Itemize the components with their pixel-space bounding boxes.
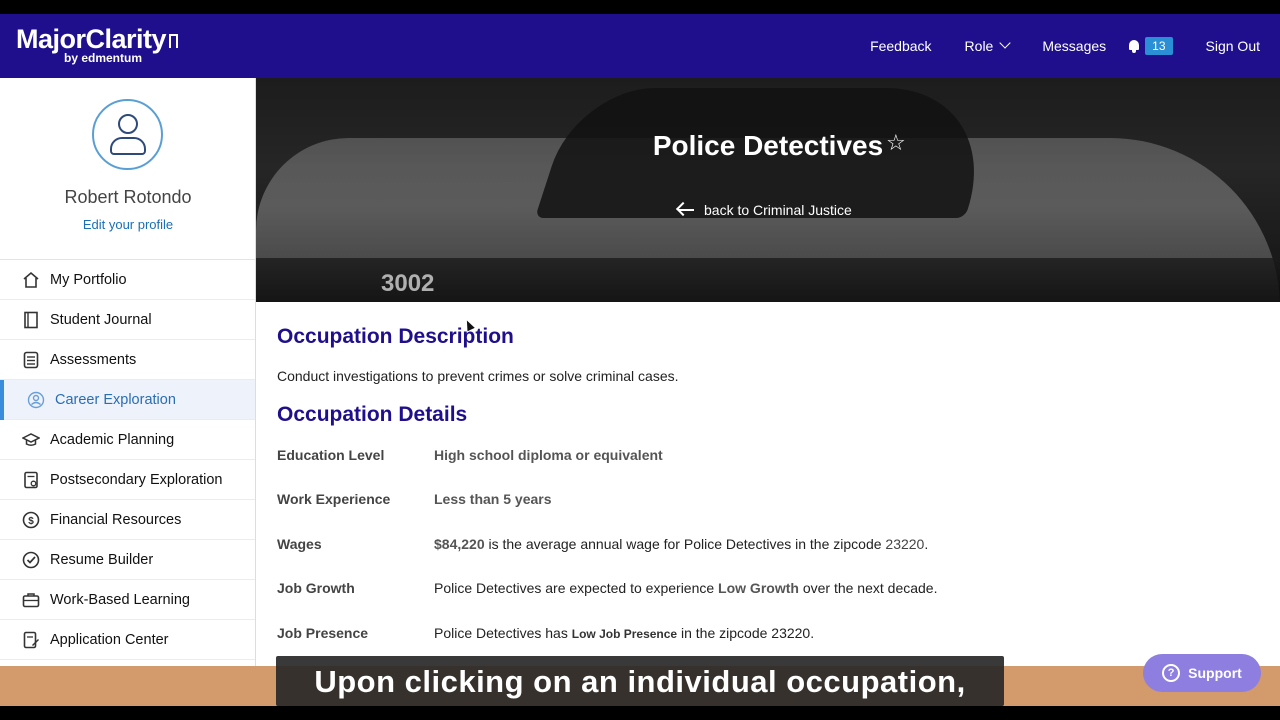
nav-links: Feedback Role Messages 13 Sign Out — [837, 14, 1260, 78]
support-label: Support — [1188, 665, 1242, 681]
sidebar-item-financial-resources[interactable]: $ Financial Resources — [0, 500, 255, 540]
detail-label: Wages — [277, 536, 322, 552]
detail-row-job-growth: Job Growth Police Detectives are expecte… — [277, 580, 937, 596]
wage-amount: $84,220 — [434, 536, 485, 552]
occupation-description-text: Conduct investigations to prevent crimes… — [277, 368, 679, 384]
sidebar-item-postsecondary-exploration[interactable]: Postsecondary Exploration — [0, 460, 255, 500]
sidebar-item-label: Assessments — [50, 351, 137, 368]
feedback-link[interactable]: Feedback — [870, 38, 931, 54]
sidebar-item-label: Academic Planning — [50, 431, 175, 448]
sidebar-item-career-exploration[interactable]: Career Exploration — [0, 380, 255, 420]
person-circle-icon — [27, 391, 45, 409]
sidebar: Robert Rotondo Edit your profile My Port… — [0, 78, 256, 706]
hero-car-number: 3002 — [381, 270, 435, 297]
dollar-icon: $ — [22, 511, 40, 529]
messages-link[interactable]: Messages — [1042, 38, 1106, 54]
sidebar-item-label: Postsecondary Exploration — [50, 471, 223, 488]
sidebar-item-label: Career Exploration — [55, 391, 176, 408]
presence-level: Low Job Presence — [571, 627, 678, 641]
zipcode: 23220 — [771, 625, 811, 641]
profile-card: Robert Rotondo Edit your profile — [0, 78, 255, 260]
notification-count-badge: 13 — [1145, 37, 1173, 55]
sign-out-link[interactable]: Sign Out — [1206, 38, 1260, 54]
detail-row-job-presence: Job Presence Police Detectives has Low J… — [277, 625, 814, 641]
detail-value: Police Detectives are expected to experi… — [434, 580, 938, 596]
check-circle-icon — [22, 551, 40, 569]
detail-label: Education Level — [277, 447, 385, 463]
sidebar-item-work-based-learning[interactable]: Work-Based Learning — [0, 580, 255, 620]
detail-row-education: Education Level High school diploma or e… — [277, 447, 663, 463]
video-letterbox-top — [0, 0, 1280, 14]
notifications-button[interactable]: 13 — [1128, 37, 1173, 55]
detail-value: Less than 5 years — [434, 491, 552, 507]
detail-value: $84,220 is the average annual wage for P… — [434, 536, 929, 552]
video-letterbox-bottom — [0, 706, 1280, 720]
checklist-icon — [22, 351, 40, 369]
home-icon — [22, 271, 40, 289]
occupation-details-heading: Occupation Details — [277, 403, 468, 426]
detail-value: Police Detectives has Low Job Presence i… — [434, 625, 815, 641]
occupation-hero-banner: 3002 Police Detectives ☆ back to Crimina… — [256, 78, 1280, 302]
detail-row-wages: Wages $84,220 is the average annual wage… — [277, 536, 928, 552]
majorclarity-logo[interactable]: MajorClarity by edmentum — [16, 24, 179, 64]
favorite-star-icon[interactable]: ☆ — [886, 130, 906, 156]
sidebar-item-label: Resume Builder — [50, 551, 154, 568]
sidebar-item-academic-planning[interactable]: Academic Planning — [0, 420, 255, 460]
detail-label: Job Presence — [277, 625, 369, 641]
top-navigation-bar: MajorClarity by edmentum Feedback Role M… — [0, 14, 1280, 78]
avatar-icon[interactable] — [92, 99, 163, 170]
sidebar-item-label: My Portfolio — [50, 271, 127, 288]
question-icon: ? — [1162, 664, 1181, 682]
sidebar-item-label: Student Journal — [50, 311, 152, 328]
document-icon — [22, 471, 40, 489]
bookmark-icon — [169, 34, 179, 48]
edit-doc-icon — [22, 631, 40, 649]
occupation-description-heading: Occupation Description — [277, 325, 514, 348]
chevron-down-icon — [999, 37, 1012, 49]
sidebar-item-label: Work-Based Learning — [50, 591, 190, 608]
briefcase-icon — [22, 591, 40, 609]
back-link-label: back to Criminal Justice — [704, 202, 852, 218]
profile-name: Robert Rotondo — [64, 187, 192, 207]
sidebar-item-label: Application Center — [50, 631, 169, 648]
growth-level: Low Growth — [718, 580, 799, 596]
support-button[interactable]: ? Support — [1143, 654, 1261, 692]
back-to-category-link[interactable]: back to Criminal Justice — [675, 201, 852, 218]
role-dropdown[interactable]: Role — [964, 37, 1012, 54]
page-title: Police Detectives — [652, 130, 884, 161]
sidebar-item-my-portfolio[interactable]: My Portfolio — [0, 260, 255, 300]
logo-text: MajorClarity — [16, 24, 167, 54]
sidebar-item-student-journal[interactable]: Student Journal — [0, 300, 255, 340]
graduation-cap-icon — [22, 431, 40, 449]
role-label: Role — [964, 38, 994, 54]
sidebar-item-label: Financial Resources — [50, 511, 182, 528]
zipcode: 23220 — [885, 536, 925, 552]
detail-row-experience: Work Experience Less than 5 years — [277, 491, 552, 507]
sidebar-item-application-center[interactable]: Application Center — [0, 620, 255, 660]
detail-value: High school diploma or equivalent — [434, 447, 663, 463]
arrow-left-icon — [675, 201, 694, 217]
bell-icon — [1128, 39, 1140, 53]
detail-label: Job Growth — [277, 580, 355, 596]
journal-icon — [22, 311, 40, 329]
sidebar-item-resume-builder[interactable]: Resume Builder — [0, 540, 255, 580]
sidebar-item-assessments[interactable]: Assessments — [0, 340, 255, 380]
occupation-content: Occupation Description Conduct investiga… — [256, 302, 1280, 706]
edit-profile-link[interactable]: Edit your profile — [0, 217, 256, 232]
video-subtitle: Upon clicking on an individual occupatio… — [276, 656, 1004, 706]
detail-label: Work Experience — [277, 491, 391, 507]
svg-text:$: $ — [28, 516, 34, 527]
